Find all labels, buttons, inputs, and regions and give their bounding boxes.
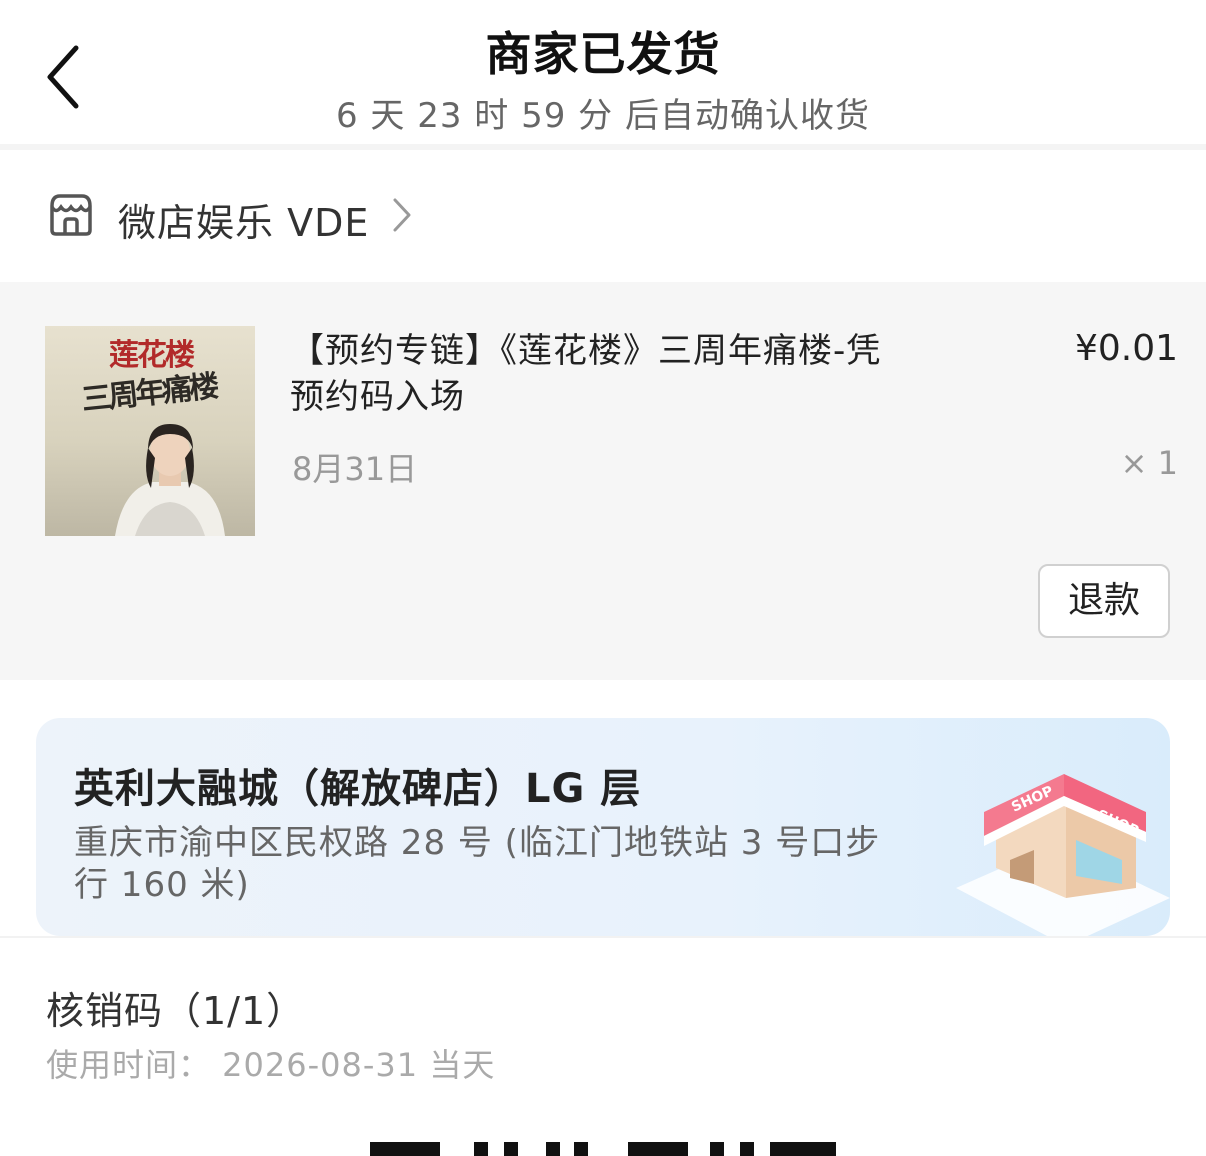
store-name: 微店娱乐 VDE xyxy=(118,201,370,245)
product-quantity: × 1 xyxy=(1120,444,1178,482)
header: 商家已发货 6 天 23 时 59 分 后自动确认收货 xyxy=(0,0,1206,146)
store-location-card[interactable]: 英利大融城（解放碑店）LG 层 重庆市渝中区民权路 28 号 (临江门地铁站 3… xyxy=(36,718,1170,936)
product-title[interactable]: 【预约专链】《莲花楼》三周年痛楼-凭预约码入场 xyxy=(290,328,910,420)
verification-code-title: 核销码（1/1） xyxy=(46,989,306,1033)
product-price: ¥0.01 xyxy=(1074,328,1178,369)
thumbnail-subtitle: 三周年痛楼 xyxy=(79,369,218,418)
location-name: 英利大融城（解放碑店）LG 层 xyxy=(74,766,642,812)
auto-confirm-countdown: 6 天 23 时 59 分 后自动确认收货 xyxy=(335,96,870,136)
usage-time: 使用时间： 2026-08-31 当天 xyxy=(46,1046,496,1084)
product-thumbnail[interactable]: 莲花楼 三周年痛楼 xyxy=(45,326,255,536)
product-date: 8月31日 xyxy=(292,450,418,488)
store-link[interactable]: 微店娱乐 VDE xyxy=(0,150,1206,280)
page-title: 商家已发货 xyxy=(485,27,721,81)
person-illustration xyxy=(115,424,225,536)
section-divider xyxy=(0,936,1206,938)
product-item: 莲花楼 三周年痛楼 【预约专链】《莲花楼》三周年痛楼-凭预约码入场 ¥0.01 … xyxy=(0,282,1206,680)
verification-code-image xyxy=(370,1142,836,1156)
chevron-right-icon xyxy=(393,198,411,232)
shop-building-icon: SHOP SHOP xyxy=(956,774,1170,936)
refund-button[interactable]: 退款 xyxy=(1038,564,1170,638)
store-icon xyxy=(50,194,92,236)
order-detail-page: 商家已发货 6 天 23 时 59 分 后自动确认收货 微店娱乐 VDE 莲花楼… xyxy=(0,0,1206,1156)
location-address: 重庆市渝中区民权路 28 号 (临江门地铁站 3 号口步行 160 米) xyxy=(74,823,881,905)
